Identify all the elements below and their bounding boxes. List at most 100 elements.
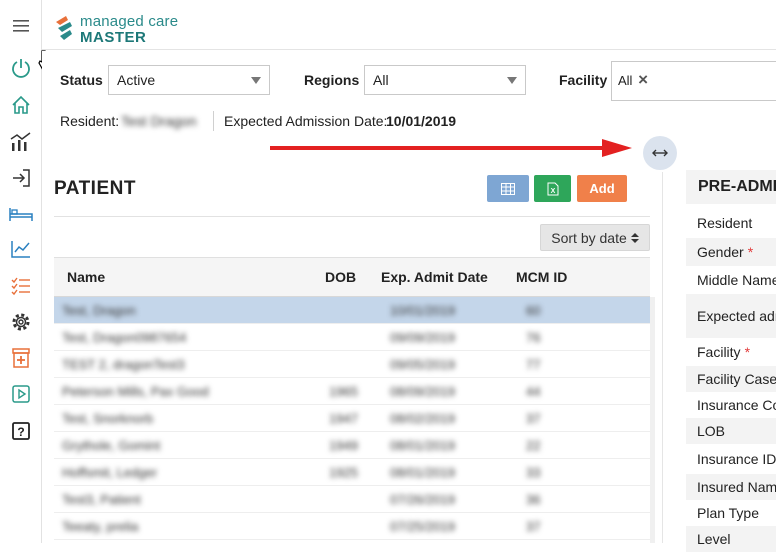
- chevron-down-icon: [251, 77, 261, 84]
- table-row[interactable]: Test, Snorknorb 1947 08/02/2019 37: [54, 405, 650, 432]
- cell-mcm-id: 36: [526, 492, 541, 507]
- cell-admit-date: 08/01/2019: [390, 438, 456, 453]
- column-header-admit-date[interactable]: Exp. Admit Date: [381, 269, 488, 285]
- table-scrollbar[interactable]: [650, 297, 655, 543]
- resize-handle-icon[interactable]: [643, 136, 677, 170]
- cell-mcm-id: 37: [526, 411, 541, 426]
- table-row[interactable]: Grythole, Gomint 1949 08/01/2019 22: [54, 432, 650, 459]
- field-label-facility: Facility *: [697, 344, 751, 360]
- home-icon[interactable]: [0, 87, 42, 123]
- sign-in-icon[interactable]: [0, 160, 42, 196]
- regions-value: All: [373, 72, 389, 88]
- column-header-mcm-id[interactable]: MCM ID: [516, 269, 567, 285]
- cell-dob: 1925: [329, 465, 358, 480]
- admission-date-value: 10/01/2019: [386, 113, 457, 129]
- help-icon[interactable]: ?: [0, 413, 42, 449]
- table-row[interactable]: Test3, Patient 07/26/2019 36: [54, 486, 650, 513]
- pre-admission-panel: PRE-ADMISSION Resident Gender* Middle Na…: [686, 170, 776, 552]
- facility-label: Facility: [559, 72, 608, 88]
- facility-chip-label: All: [618, 73, 633, 88]
- cell-name: Grythole, Gomint: [62, 438, 161, 453]
- app-header: managed care MASTER: [42, 0, 776, 50]
- cell-name: Test, Snorknorb: [62, 411, 154, 426]
- field-label-expected-admission: Expected admission date: [686, 294, 776, 338]
- logo[interactable]: managed care MASTER: [54, 12, 214, 46]
- field-label-plan-type: Plan Type: [697, 505, 760, 521]
- analytics-icon[interactable]: [0, 124, 42, 160]
- resident-label: Resident:: [60, 113, 120, 129]
- svg-text:?: ?: [17, 425, 24, 439]
- svg-text:X: X: [550, 188, 555, 195]
- trend-chart-icon[interactable]: [0, 231, 42, 267]
- play-box-icon[interactable]: [0, 376, 42, 412]
- field-label-middle-name: Middle Name: [697, 272, 776, 288]
- checklist-icon[interactable]: [0, 268, 42, 304]
- regions-label: Regions: [304, 72, 360, 88]
- cell-dob: 1947: [329, 411, 358, 426]
- add-button[interactable]: Add: [577, 175, 627, 202]
- table-row[interactable]: TEST 2, dragonTest3 09/05/2019 77: [54, 351, 650, 378]
- status-select[interactable]: Active: [108, 65, 270, 95]
- sort-by-date-button[interactable]: Sort by date: [540, 224, 650, 251]
- sort-icon: [630, 232, 639, 243]
- cell-name: Test3, Patient: [62, 492, 141, 507]
- cell-admit-date: 09/09/2019: [390, 330, 456, 345]
- field-label-insurance-co: Insurance Co: [697, 397, 776, 413]
- patient-title: PATIENT: [54, 178, 136, 199]
- sort-label: Sort by date: [551, 229, 627, 246]
- field-label-facility-case: Facility Case: [686, 366, 776, 392]
- cell-name: Test, Dragon0987654: [62, 330, 187, 345]
- logo-text-top: managed care: [80, 13, 179, 30]
- cell-admit-date: 10/01/2019: [390, 303, 456, 318]
- logo-mark-icon: [56, 16, 72, 40]
- table-row[interactable]: Peterson Mills, Pax Good 1965 08/09/2019…: [54, 378, 650, 405]
- status-label: Status: [60, 72, 103, 88]
- power-icon[interactable]: [0, 50, 42, 86]
- cell-mcm-id: 77: [526, 357, 541, 372]
- grid-view-button[interactable]: [487, 175, 529, 202]
- menu-icon[interactable]: [0, 8, 42, 44]
- cell-admit-date: 09/05/2019: [390, 357, 456, 372]
- cell-name: Test, Dragon: [62, 303, 136, 318]
- facility-multiselect[interactable]: All ×: [611, 61, 776, 101]
- column-header-name[interactable]: Name: [67, 269, 105, 285]
- table-row[interactable]: Hoffsmit, Ledger 1925 08/01/2019 33: [54, 459, 650, 486]
- cell-admit-date: 08/09/2019: [390, 384, 456, 399]
- cell-name: Peterson Mills, Pax Good: [62, 384, 209, 399]
- field-label-insurance-id: Insurance ID: [697, 451, 776, 467]
- regions-select[interactable]: All: [364, 65, 526, 95]
- bed-icon[interactable]: [0, 196, 42, 232]
- medical-kit-icon[interactable]: [0, 340, 42, 376]
- cell-mcm-id: 33: [526, 465, 541, 480]
- logo-text-bottom: MASTER: [80, 29, 147, 46]
- cell-admit-date: 08/01/2019: [390, 465, 456, 480]
- cell-dob: 1949: [329, 438, 358, 453]
- chevron-down-icon: [507, 77, 517, 84]
- table-row[interactable]: Test, Dragon 10/01/2019 60: [54, 297, 650, 324]
- patient-table-header: Name DOB Exp. Admit Date MCM ID: [54, 257, 650, 297]
- pre-admission-title: PRE-ADMISSION: [686, 170, 776, 204]
- cell-mcm-id: 60: [526, 303, 541, 318]
- grid-icon: [501, 182, 515, 195]
- export-excel-button[interactable]: X: [534, 175, 571, 202]
- cell-mcm-id: 76: [526, 330, 541, 345]
- cell-name: TEST 2, dragonTest3: [62, 357, 185, 372]
- field-label-lob: LOB: [686, 418, 776, 444]
- field-label-insured-name: Insured Name: [686, 474, 776, 500]
- table-row[interactable]: Test, Dragon0987654 09/09/2019 76: [54, 324, 650, 351]
- status-value: Active: [117, 72, 156, 88]
- annotation-arrow-head: [602, 139, 632, 157]
- column-header-dob[interactable]: DOB: [325, 269, 356, 285]
- sidebar: ?: [0, 0, 42, 543]
- admission-date-label: Expected Admission Date:: [224, 113, 388, 129]
- table-row[interactable]: Teeaty, prelia 07/25/2019 37: [54, 513, 650, 540]
- cell-mcm-id: 37: [526, 519, 541, 534]
- facility-chip: All ×: [618, 70, 648, 90]
- cell-dob: 1965: [329, 384, 358, 399]
- cell-admit-date: 08/02/2019: [390, 411, 456, 426]
- field-label-level: Level: [686, 526, 776, 552]
- resident-value: Test Dragon: [121, 113, 197, 129]
- gear-icon[interactable]: [0, 304, 42, 340]
- field-label-gender: Gender *: [686, 238, 776, 266]
- close-icon[interactable]: ×: [638, 70, 648, 89]
